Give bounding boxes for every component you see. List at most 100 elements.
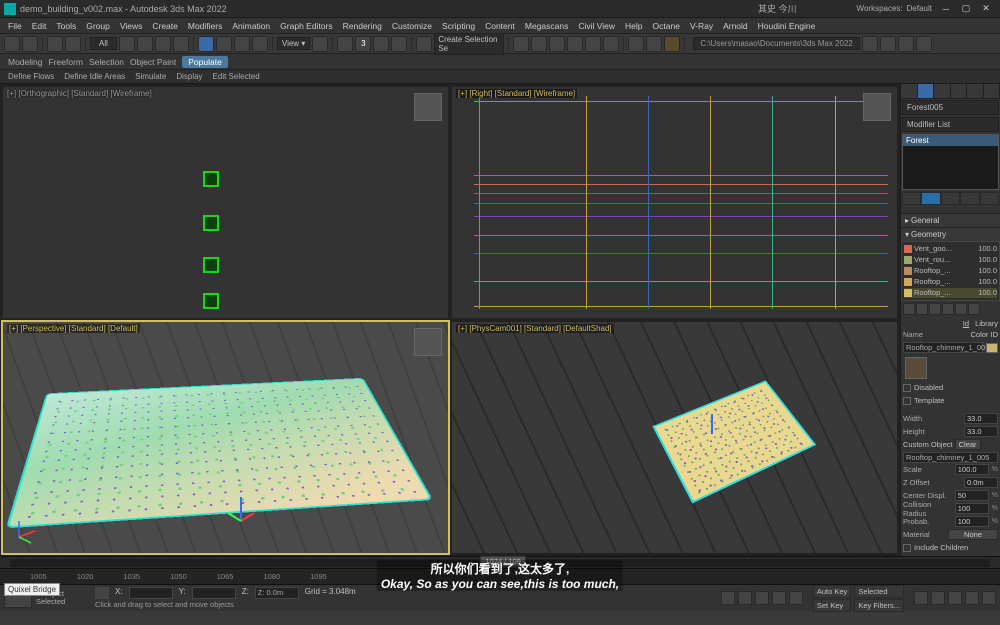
- menu-file[interactable]: File: [4, 21, 26, 31]
- custom-object-field[interactable]: Rooftop_chimney_1_005: [903, 452, 998, 463]
- menu-views[interactable]: Views: [116, 21, 147, 31]
- material-button[interactable]: None: [948, 529, 998, 540]
- scene-object[interactable]: [203, 171, 219, 187]
- width-spinner[interactable]: 33.0: [964, 413, 998, 424]
- spinner-snap-icon[interactable]: [391, 36, 407, 52]
- goto-start-icon[interactable]: [721, 591, 735, 605]
- ref-coord-icon[interactable]: [312, 36, 328, 52]
- ribbon-tab-populate[interactable]: Populate: [182, 56, 228, 68]
- viewcube-icon[interactable]: [414, 328, 442, 356]
- utilities-panel-icon[interactable]: [984, 84, 1000, 98]
- trackbar[interactable]: 1005 1020 1035 1050 1065 1080 1095: [0, 568, 1000, 584]
- minimize-button[interactable]: ─: [936, 2, 956, 16]
- key-mode-dropdown[interactable]: Selected: [854, 585, 904, 598]
- geo-remove-icon[interactable]: [916, 303, 928, 315]
- render-frame-icon[interactable]: [646, 36, 662, 52]
- autokey-button[interactable]: Auto Key: [813, 585, 851, 598]
- color-swatch[interactable]: [986, 343, 998, 353]
- curve-editor-icon[interactable]: [567, 36, 583, 52]
- modifier-list-dropdown[interactable]: Modifier List: [902, 117, 999, 132]
- menu-megascans[interactable]: Megascans: [521, 21, 572, 31]
- viewcube-icon[interactable]: [863, 93, 891, 121]
- transform-gizmo[interactable]: [697, 410, 727, 440]
- menu-graph-editors[interactable]: Graph Editors: [276, 21, 336, 31]
- tab-properties[interactable]: Id: [963, 319, 969, 328]
- pin-stack-icon[interactable]: [902, 192, 921, 205]
- coord-x-field[interactable]: [129, 587, 173, 599]
- project-path[interactable]: C:\Users\masao\Documents\3ds Max 2022: [693, 37, 860, 50]
- geometry-list-item[interactable]: Vent_rou...100.0: [904, 255, 997, 265]
- show-end-result-icon[interactable]: [921, 192, 940, 205]
- menu-houdini[interactable]: Houdini Engine: [754, 21, 820, 31]
- move-tool-icon[interactable]: [198, 36, 214, 52]
- collision-spinner[interactable]: 100: [955, 503, 989, 514]
- motion-panel-icon[interactable]: [951, 84, 968, 98]
- quixel-bridge-popup[interactable]: Quixel Bridge: [4, 583, 60, 596]
- menu-help[interactable]: Help: [621, 21, 646, 31]
- named-selection-dropdown[interactable]: Create Selection Se: [434, 33, 504, 55]
- align-icon[interactable]: [531, 36, 547, 52]
- render-production-icon[interactable]: [664, 36, 680, 52]
- ribbon-tab-selection[interactable]: Selection: [89, 57, 124, 67]
- close-button[interactable]: ✕: [976, 2, 996, 16]
- modifier-stack[interactable]: Forest: [902, 134, 999, 190]
- nav-maximize-icon[interactable]: [982, 591, 996, 605]
- panel-define-idle[interactable]: Define Idle Areas: [64, 72, 125, 81]
- geo-edit-icon[interactable]: [929, 303, 941, 315]
- workspace-value[interactable]: Default: [907, 4, 932, 13]
- menu-modifiers[interactable]: Modifiers: [184, 21, 226, 31]
- geometry-list-item[interactable]: Rooftop_...100.0: [904, 277, 997, 287]
- menu-edit[interactable]: Edit: [28, 21, 51, 31]
- named-sets-icon[interactable]: [416, 36, 432, 52]
- select-rect-icon[interactable]: [155, 36, 171, 52]
- panel-simulate[interactable]: Simulate: [135, 72, 166, 81]
- ribbon-tab-modeling[interactable]: Modeling: [8, 57, 43, 67]
- viewcube-icon[interactable]: [414, 93, 442, 121]
- viewport-bottom-right[interactable]: [+] [PhysCam001] [Standard] [DefaultShad…: [451, 321, 898, 554]
- nav-orbit-icon[interactable]: [965, 591, 979, 605]
- menu-content[interactable]: Content: [481, 21, 519, 31]
- centerdispl-spinner[interactable]: 50: [955, 490, 989, 501]
- menu-octane[interactable]: Octane: [649, 21, 684, 31]
- display-panel-icon[interactable]: [967, 84, 984, 98]
- modifier-item[interactable]: Forest: [903, 135, 998, 146]
- lock-selection-icon[interactable]: [95, 587, 109, 599]
- config-sets-icon[interactable]: [980, 192, 999, 205]
- object-name-field[interactable]: Forest005: [902, 100, 999, 115]
- vray-tb3-icon[interactable]: [898, 36, 914, 52]
- goto-end-icon[interactable]: [789, 591, 803, 605]
- vray-tb2-icon[interactable]: [880, 36, 896, 52]
- zoffset-spinner[interactable]: 0.0m: [964, 477, 998, 488]
- remove-modifier-icon[interactable]: [960, 192, 979, 205]
- menu-scripting[interactable]: Scripting: [438, 21, 479, 31]
- scale-spinner[interactable]: 100.0: [955, 464, 989, 475]
- select-name-icon[interactable]: [137, 36, 153, 52]
- schematic-icon[interactable]: [585, 36, 601, 52]
- vray-tb4-icon[interactable]: [916, 36, 932, 52]
- scene-object[interactable]: [203, 257, 219, 273]
- geometry-list-item[interactable]: Rooftop_...100.0: [904, 266, 997, 276]
- panel-edit-selected[interactable]: Edit Selected: [213, 72, 260, 81]
- user-label[interactable]: 其史 今川: [758, 2, 797, 15]
- time-slider[interactable]: 1074 / 109: [0, 556, 1000, 568]
- viewport-br-label[interactable]: [+] [PhysCam001] [Standard] [DefaultShad…: [456, 324, 614, 333]
- coord-z-field[interactable]: Z: 0.0m: [255, 587, 299, 599]
- coord-y-field[interactable]: [192, 587, 236, 599]
- menu-create[interactable]: Create: [148, 21, 182, 31]
- viewport-tr-label[interactable]: [+] [Right] [Standard] [Wireframe]: [456, 89, 577, 98]
- tab-library[interactable]: Library: [975, 319, 998, 328]
- material-editor-icon[interactable]: [603, 36, 619, 52]
- viewport-tl-label[interactable]: [+] [Orthographic] [Standard] [Wireframe…: [7, 89, 152, 98]
- clear-button[interactable]: Clear: [955, 439, 981, 450]
- include-children-checkbox[interactable]: [903, 544, 911, 552]
- percent-snap-icon[interactable]: [373, 36, 389, 52]
- prev-frame-icon[interactable]: [738, 591, 752, 605]
- geo-add-icon[interactable]: [903, 303, 915, 315]
- height-spinner[interactable]: 33.0: [964, 426, 998, 437]
- make-unique-icon[interactable]: [941, 192, 960, 205]
- viewport-top-right[interactable]: [+] [Right] [Standard] [Wireframe]: [451, 86, 898, 319]
- modify-panel-icon[interactable]: [918, 84, 935, 98]
- name-field[interactable]: Rooftop_chimney_1_005: [903, 342, 983, 353]
- geometry-list-item[interactable]: Rooftop_...100.0: [904, 288, 997, 298]
- mirror-icon[interactable]: [513, 36, 529, 52]
